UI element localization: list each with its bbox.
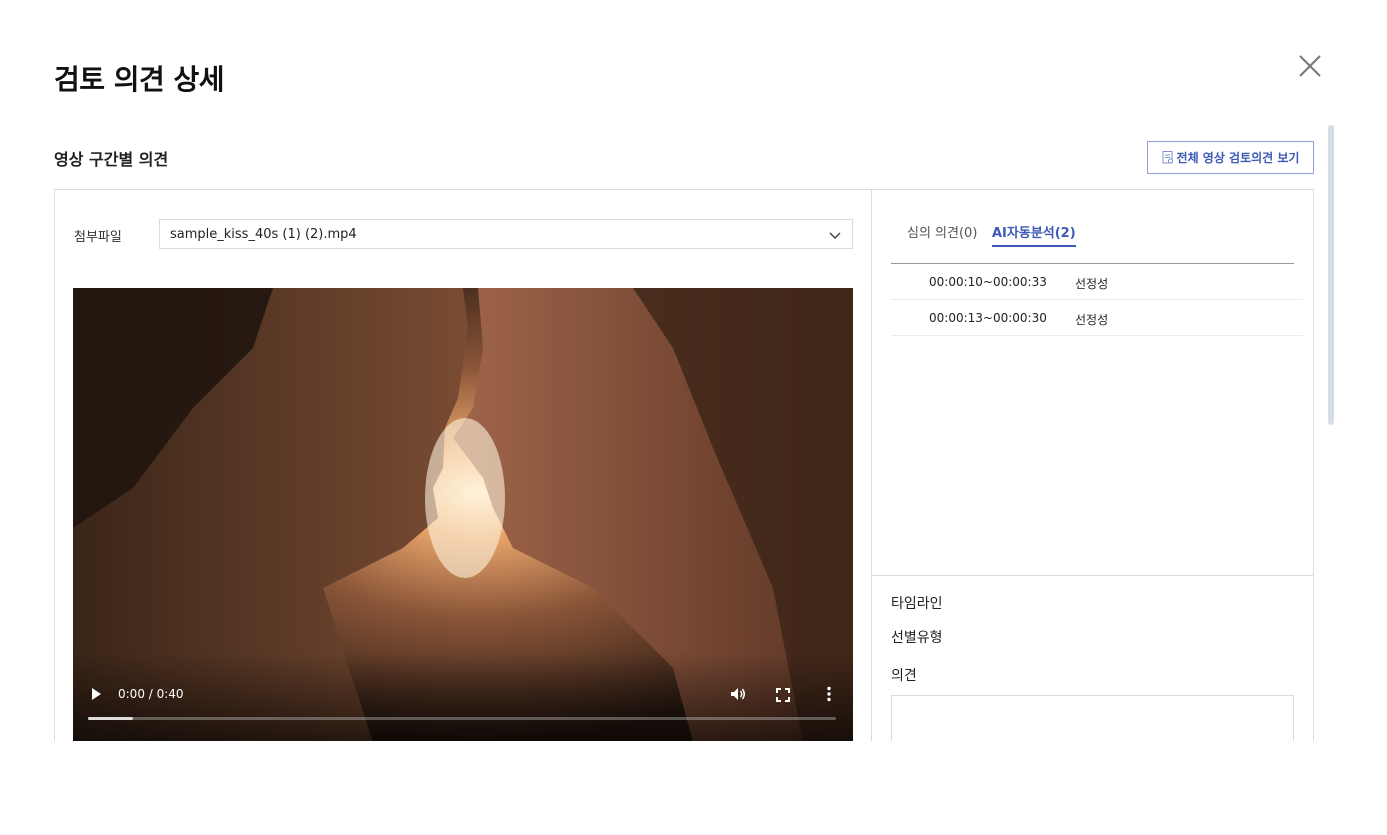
play-icon [92,688,101,700]
play-button[interactable] [89,686,103,700]
volume-icon [731,688,745,700]
segment-range: 00:00:13~00:00:30 [929,311,1047,325]
divider [872,575,1313,576]
progress-fill [88,717,133,720]
segment-row[interactable]: 00:00:13~00:00:30 선정성 [891,300,1303,336]
opinion-tabs: 심의 의견(0) AI자동분석(2) [891,218,1294,264]
fullscreen-button[interactable] [776,687,790,702]
volume-button[interactable] [730,686,746,702]
close-button[interactable] [1296,52,1324,80]
close-icon [1299,55,1321,77]
document-icon [1162,151,1173,164]
segment-row[interactable]: 00:00:10~00:00:33 선정성 [891,264,1303,300]
segment-type: 선정성 [1075,313,1109,327]
tab-review-opinions[interactable]: 심의 의견(0) [907,222,977,245]
opinion-textarea[interactable] [891,695,1294,741]
modal-scrollbar[interactable] [1328,125,1334,735]
segment-type: 선정성 [1075,277,1109,291]
video-time: 0:00 / 0:40 [118,687,184,701]
more-options-button[interactable] [823,686,835,702]
more-vertical-icon [827,686,831,702]
video-progress-bar[interactable] [88,717,836,720]
timeline-label: 타임라인 [891,596,943,612]
video-pane: 첨부파일 sample_kiss_40s (1) (2).mp4 0:00 / … [55,190,872,741]
selection-type-label: 선별유형 [891,630,943,646]
opinion-label: 의견 [891,668,917,684]
modal-title: 검토 의견 상세 [54,63,225,96]
view-all-opinions-button[interactable]: 전체 영상 검토의견 보기 [1147,141,1314,174]
opinion-pane: 심의 의견(0) AI자동분석(2) 00:00:10~00:00:33 선정성… [872,190,1313,741]
chevron-down-icon [829,232,841,240]
scrollbar-thumb[interactable] [1328,125,1334,425]
attachment-label: 첨부파일 [74,230,122,245]
segment-opinion-panel: 첨부파일 sample_kiss_40s (1) (2).mp4 0:00 / … [54,189,1314,741]
segment-range: 00:00:10~00:00:33 [929,275,1047,289]
attachment-select[interactable]: sample_kiss_40s (1) (2).mp4 [159,219,853,249]
selected-file: sample_kiss_40s (1) (2).mp4 [170,226,357,242]
video-player[interactable]: 0:00 / 0:40 [73,288,853,741]
view-all-label: 전체 영상 검토의견 보기 [1176,151,1300,165]
tab-ai-analysis[interactable]: AI자동분석(2) [992,222,1076,247]
section-title: 영상 구간별 의견 [54,150,169,169]
fullscreen-icon [776,688,790,702]
